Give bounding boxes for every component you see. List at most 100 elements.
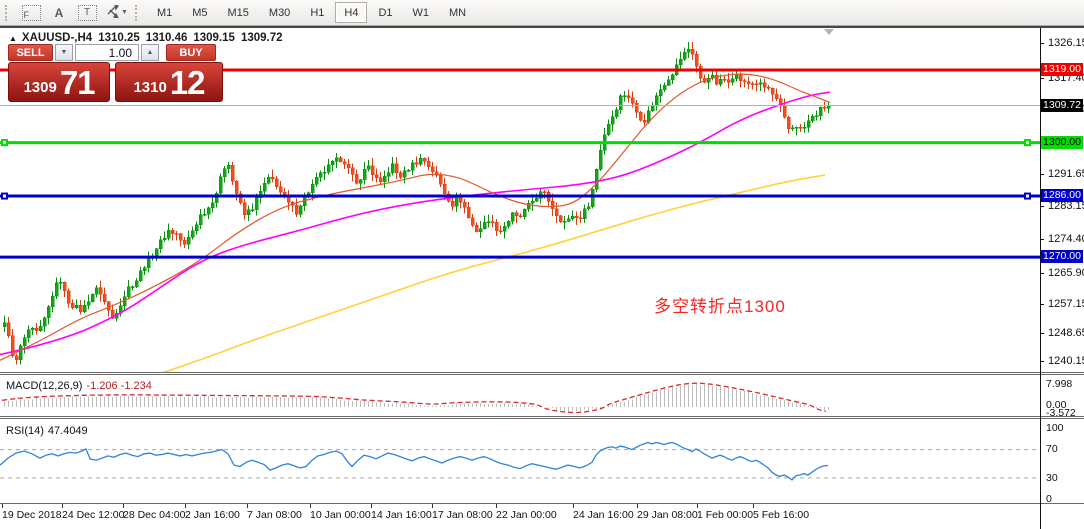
macd-label: MACD(12,26,9) -1.206 -1.234	[6, 380, 152, 392]
sell-button[interactable]: SELL	[8, 44, 53, 61]
price-tick	[1040, 333, 1044, 334]
price-tick	[1040, 78, 1044, 79]
time-label: 24 Dec 12:00	[62, 509, 124, 521]
toolbar: F A T ▼ M1M5M15M30H1H4D1W1MN	[0, 0, 1084, 26]
price-badge: 1309.72	[1041, 99, 1083, 112]
price-tick-label: 1257.15	[1048, 298, 1084, 310]
time-label: 29 Jan 08:00	[637, 509, 698, 521]
price-tick-label: 1291.65	[1048, 168, 1084, 180]
price-tick	[1040, 206, 1044, 207]
time-label: 24 Jan 16:00	[573, 509, 634, 521]
price-tick-label: 1240.15	[1048, 355, 1084, 367]
time-tick	[371, 504, 372, 508]
price-tick	[1040, 361, 1044, 362]
time-label: 2 Jan 16:00	[185, 509, 240, 521]
timeframe-button-m30[interactable]: M30	[260, 2, 299, 23]
volume-input[interactable]: 1.00	[75, 44, 139, 61]
sell-price-pips: 71	[60, 68, 95, 98]
time-label: 28 Dec 04:00	[123, 509, 185, 521]
price-tick	[1040, 304, 1044, 305]
time-tick	[310, 504, 311, 508]
rsi-label: RSI(14) 47.4049	[6, 425, 88, 437]
fibonacci-tool-icon: F	[22, 5, 41, 21]
ma-fast-line	[0, 74, 830, 360]
timeframe-button-m1[interactable]: M1	[148, 2, 181, 23]
time-tick	[573, 504, 574, 508]
panel-separator[interactable]	[0, 416, 1084, 417]
price-tick	[1040, 174, 1044, 175]
time-label: 1 Feb 00:00	[697, 509, 753, 521]
price-tick	[1040, 273, 1044, 274]
rsi-scale-label: 70	[1046, 443, 1058, 455]
panel-separator[interactable]	[0, 372, 1084, 373]
timeframe-button-m15[interactable]: M15	[219, 2, 258, 23]
price-badge: 1319.00	[1041, 63, 1083, 76]
volume-decrease-button[interactable]: ▼	[55, 44, 73, 61]
sell-price-button[interactable]: 1309 71	[8, 62, 110, 102]
time-tick	[185, 504, 186, 508]
time-tick	[62, 504, 63, 508]
ohlc-open: 1310.25	[98, 32, 140, 44]
macd-scale-label: -3.572	[1046, 407, 1076, 419]
timeframe-button-d1[interactable]: D1	[369, 2, 401, 23]
rsi-value: 47.4049	[48, 425, 88, 437]
price-tick	[1040, 239, 1044, 240]
macd-values: -1.206 -1.234	[86, 380, 151, 392]
time-tick	[2, 504, 3, 508]
rsi-name: RSI(14)	[6, 425, 44, 437]
toolbar-grip-2[interactable]	[135, 5, 142, 21]
macd-scale-label: 7.998	[1046, 378, 1072, 390]
buy-price-main: 1310	[133, 78, 166, 98]
time-tick	[637, 504, 638, 508]
symbol-arrow-icon: ▲	[9, 34, 17, 43]
arrows-tool-icon	[105, 5, 119, 21]
chart-shift-marker-icon[interactable]	[824, 29, 834, 35]
symbol-name: XAUUSD-,H4	[22, 32, 92, 44]
rsi-scale-label: 30	[1046, 472, 1058, 484]
chart-area: ▲ XAUUSD-,H4 1310.25 1310.46 1309.15 130…	[0, 26, 1084, 529]
time-label: 19 Dec 2018	[2, 509, 62, 521]
time-tick	[247, 504, 248, 508]
one-click-trading-panel: SELL ▼ 1.00 ▲ BUY 1309 71 1310 12	[8, 44, 223, 102]
macd-name: MACD(12,26,9)	[6, 380, 82, 392]
rsi-scale-label: 100	[1046, 422, 1064, 434]
arrows-tool-button[interactable]: ▼	[105, 3, 128, 23]
time-axis-border	[0, 503, 1084, 504]
panel-separator[interactable]	[0, 374, 1084, 375]
timeframe-button-w1[interactable]: W1	[404, 2, 439, 23]
ma-slow-line	[148, 175, 825, 372]
hline-1286[interactable]	[0, 193, 1040, 200]
arrows-dropdown-icon[interactable]: ▼	[121, 9, 128, 16]
chart-text-annotation[interactable]: 多空转折点1300	[654, 292, 786, 317]
text-tool-icon: A	[55, 6, 64, 20]
toolbar-grip[interactable]	[5, 5, 12, 21]
time-label: 14 Jan 16:00	[371, 509, 432, 521]
panel-separator[interactable]	[0, 418, 1084, 419]
rsi-panel	[0, 419, 1040, 503]
fibonacci-tool-button[interactable]: F	[21, 3, 41, 23]
buy-button[interactable]: BUY	[166, 44, 216, 61]
time-label: 17 Jan 08:00	[432, 509, 493, 521]
price-tick-label: 1248.65	[1048, 327, 1084, 339]
ohlc-high: 1310.46	[146, 32, 188, 44]
text-tool-button[interactable]: A	[49, 3, 69, 23]
buy-price-pips: 12	[170, 68, 205, 98]
text-label-tool-button[interactable]: T	[77, 3, 97, 23]
price-badge: 1300.00	[1041, 136, 1083, 149]
time-tick	[697, 504, 698, 508]
rsi-scale-label: 0	[1046, 493, 1052, 505]
hline-1300[interactable]	[0, 139, 1040, 146]
price-tick-label: 1274.40	[1048, 233, 1084, 245]
volume-increase-button[interactable]: ▲	[141, 44, 159, 61]
timeframe-button-m5[interactable]: M5	[183, 2, 216, 23]
timeframe-button-h4[interactable]: H4	[335, 2, 367, 23]
timeframe-button-mn[interactable]: MN	[440, 2, 475, 23]
timeframe-button-h1[interactable]: H1	[301, 2, 333, 23]
time-label: 22 Jan 00:00	[496, 509, 557, 521]
price-badge: 1286.00	[1041, 189, 1083, 202]
time-tick	[432, 504, 433, 508]
price-badge: 1270.00	[1041, 250, 1083, 263]
ohlc-low: 1309.15	[193, 32, 235, 44]
buy-price-button[interactable]: 1310 12	[115, 62, 223, 102]
ohlc-close: 1309.72	[241, 32, 283, 44]
